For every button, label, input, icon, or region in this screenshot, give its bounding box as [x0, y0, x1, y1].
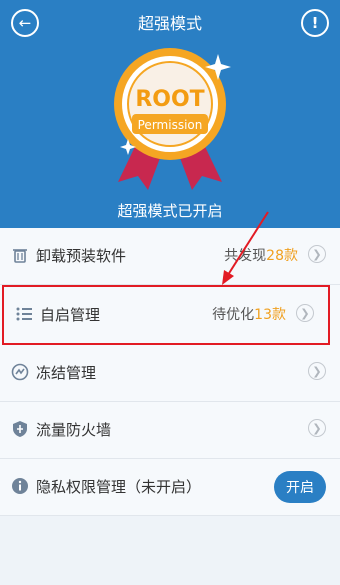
root-permission-badge: ROOT Permission [114, 48, 231, 190]
header-bar: ← 超强模式 ! ROOT Permission 超强模式已开启 [0, 0, 340, 228]
freeze-icon [11, 363, 29, 381]
list-item-freeze[interactable]: 冻结管理 ❯ [0, 345, 340, 402]
list-item-label: 隐私权限管理（未开启） [36, 478, 202, 496]
trash-icon [13, 249, 27, 263]
list-item-label: 卸载预装软件 [36, 247, 127, 265]
info-icon: ! [311, 14, 319, 32]
list-item-label: 流量防火墙 [36, 421, 112, 439]
info-icon [12, 478, 28, 494]
feature-list: 卸载预装软件 共发现28款 ❯ 自启管理 待优化13款 ❯ 冻结管理 ❯ 流量防… [0, 228, 340, 516]
enable-privacy-button[interactable]: 开启 [274, 471, 326, 503]
page-title: 超强模式 [137, 14, 202, 33]
badge-line2: Permission [138, 118, 203, 132]
list-item-uninstall-preinstalled[interactable]: 卸载预装软件 共发现28款 ❯ [0, 228, 340, 285]
list-item-autostart[interactable]: 自启管理 待优化13款 ❯ [2, 285, 330, 345]
chevron-right-icon: ❯ [308, 419, 326, 437]
list-item-value: 共发现28款 [224, 248, 298, 264]
list-item-privacy[interactable]: 隐私权限管理（未开启） 开启 [0, 459, 340, 516]
list-item-label: 自启管理 [40, 306, 101, 324]
status-text: 超强模式已开启 [117, 202, 223, 220]
list-icon [16, 307, 32, 321]
list-item-label: 冻结管理 [36, 364, 97, 382]
info-button[interactable]: ! [301, 9, 329, 37]
badge-line1: ROOT [135, 87, 204, 112]
shield-icon [13, 421, 27, 437]
chevron-right-icon: ❯ [308, 245, 326, 263]
chevron-right-icon: ❯ [296, 304, 314, 322]
chevron-right-icon: ❯ [308, 362, 326, 380]
list-item-value: 待优化13款 [212, 307, 286, 323]
list-item-firewall[interactable]: 流量防火墙 ❯ [0, 402, 340, 459]
